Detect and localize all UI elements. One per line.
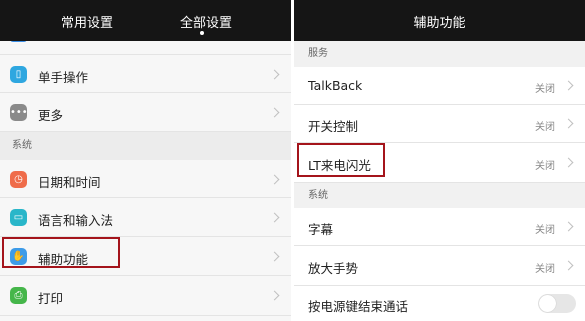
- active-tab-dot: [200, 31, 204, 35]
- page-title: 辅助功能: [413, 16, 466, 31]
- chevron-right-icon: [269, 69, 280, 80]
- all-settings-panel: 常用设置 全部设置 常用设置 全部设置 ▯ 单手操作 ••• 更多 系统 ◷ 日…: [0, 0, 291, 321]
- more-icon: •••: [10, 104, 28, 121]
- chevron-right-icon: [563, 221, 574, 232]
- row-power-end-call-label: 按电源键结束通话: [308, 299, 409, 314]
- row-date-time[interactable]: ◷ 日期和时间: [0, 160, 291, 198]
- chevron-right-icon: [563, 157, 574, 168]
- tab-common-settings-label: 常用设置: [61, 16, 114, 31]
- row-language-input[interactable]: ▭ 语言和输入法: [0, 198, 291, 237]
- chevron-right-icon: [269, 107, 280, 118]
- row-talkback[interactable]: TalkBack 关闭: [294, 67, 585, 105]
- row-language-input-label: 语言和输入法: [38, 213, 114, 228]
- section-system-header-right: 系统: [294, 183, 585, 208]
- highlight-box-accessibility: [2, 237, 120, 268]
- printer-icon: ⎙: [10, 287, 27, 304]
- clock-icon: ◷: [10, 171, 27, 188]
- row-talkback-status: 关闭: [535, 84, 555, 95]
- row-date-time-label: 日期和时间: [38, 175, 101, 190]
- chevron-right-icon: [269, 251, 280, 262]
- row-magnify-gesture[interactable]: 放大手势 关闭: [294, 246, 585, 286]
- row-print-label: 打印: [38, 291, 64, 306]
- chevron-right-icon: [563, 118, 574, 129]
- row-one-hand[interactable]: ▯ 单手操作: [0, 55, 291, 93]
- row-switch-control-label: 开关控制: [308, 119, 359, 134]
- chevron-right-icon: [563, 260, 574, 271]
- section-service-header: 服务: [294, 41, 585, 67]
- section-system-header: 系统: [0, 132, 291, 160]
- row-more[interactable]: ••• 更多: [0, 93, 291, 132]
- topbar-cover: 常用设置 全部设置: [0, 0, 291, 41]
- chevron-right-icon: [269, 212, 280, 223]
- row-one-hand-label: 单手操作: [38, 70, 89, 85]
- row-more-label: 更多: [38, 108, 64, 123]
- row-captions-label: 字幕: [308, 222, 334, 237]
- tab-all-settings-label: 全部设置: [180, 16, 233, 31]
- one-hand-icon: ▯: [10, 66, 27, 83]
- highlight-box-lt-call-flash: [297, 143, 385, 177]
- toggle-knob: [539, 295, 556, 312]
- row-magnify-gesture-label: 放大手势: [308, 261, 359, 276]
- accessibility-panel: 辅助功能 服务 TalkBack 关闭 开关控制 关闭 LT来电闪光 关闭 系统…: [294, 0, 585, 321]
- row-switch-control[interactable]: 开关控制 关闭: [294, 105, 585, 143]
- section-system-label-right: 系统: [308, 190, 328, 201]
- row-captions-status: 关闭: [535, 225, 555, 236]
- power-end-call-toggle[interactable]: [538, 294, 576, 313]
- row-lt-call-flash-status: 关闭: [535, 161, 555, 172]
- row-captions[interactable]: 字幕 关闭: [294, 208, 585, 246]
- chevron-right-icon: [563, 80, 574, 91]
- section-service-label: 服务: [308, 48, 328, 59]
- chevron-right-icon: [269, 174, 280, 185]
- row-talkback-label: TalkBack: [308, 78, 363, 93]
- row-magnify-gesture-status: 关闭: [535, 264, 555, 275]
- row-power-end-call: 按电源键结束通话: [294, 286, 585, 321]
- chevron-right-icon: [269, 290, 280, 301]
- row-print[interactable]: ⎙ 打印: [0, 276, 291, 316]
- keyboard-icon: ▭: [10, 209, 27, 226]
- section-system-label: 系统: [12, 140, 32, 151]
- accessibility-header: 辅助功能: [294, 0, 585, 41]
- row-switch-control-status: 关闭: [535, 122, 555, 133]
